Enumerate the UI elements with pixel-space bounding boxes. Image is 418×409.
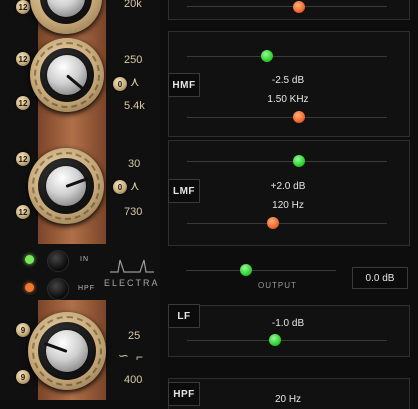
hmf-freq-bottom: 5.4k xyxy=(124,100,145,112)
output-slider-handle[interactable] xyxy=(240,264,252,276)
output-label: OUTPUT xyxy=(258,281,297,290)
hpf-switch-label: HPF xyxy=(78,285,95,292)
hf-freq-slider-handle[interactable] xyxy=(293,1,305,13)
lf-freq-bottom: 400 xyxy=(124,374,143,386)
lmf-freq-bottom: 730 xyxy=(124,206,143,218)
in-switch-label: IN xyxy=(80,256,89,263)
output-value-box[interactable]: 0.0 dB xyxy=(352,267,408,289)
shelf-curve-icon: ⌐ xyxy=(136,350,144,364)
hpf-band-tag: HPF xyxy=(168,382,200,406)
hmf-freq-top: 250 xyxy=(124,54,143,66)
hpf-led-indicator xyxy=(25,283,34,292)
in-led-indicator xyxy=(25,255,34,264)
hpf-switch[interactable] xyxy=(47,278,69,300)
output-slider-track xyxy=(186,270,336,271)
lmf-gain-value: +2.0 dB xyxy=(270,181,306,192)
lmf-freq-value: 120 Hz xyxy=(272,200,304,211)
hmf-band-tag: HMF xyxy=(168,73,200,97)
shelf-shape-icon: ∽ xyxy=(118,348,129,363)
hmf-center-zero: 0 xyxy=(113,77,127,91)
lf-band-tag: LF xyxy=(168,304,200,328)
lmf-band-panel xyxy=(168,140,410,246)
hf-band-panel xyxy=(168,0,410,20)
hmf-scale-bottom-left: 12 xyxy=(16,96,30,110)
lmf-scale-left: 12 xyxy=(16,152,30,166)
eq-hardware-strip: 12 20k 12 12 0 250 5.4k ⋏ 12 12 0 30 730… xyxy=(0,0,160,400)
hmf-gain-slider-handle[interactable] xyxy=(261,50,273,62)
lf-gain-knob[interactable] xyxy=(28,312,106,390)
bell-shape-icon: ⋏ xyxy=(130,74,140,89)
lmf-scale-bottom-left: 12 xyxy=(16,205,30,219)
lmf-gain-slider-handle[interactable] xyxy=(293,155,305,167)
brand-logo-text: ELECTRA xyxy=(104,278,160,288)
lmf-center-zero: 0 xyxy=(113,180,127,194)
lmf-freq-slider-handle[interactable] xyxy=(267,217,279,229)
hmf-scale-left: 12 xyxy=(16,52,30,66)
lf-gain-slider-handle[interactable] xyxy=(269,334,281,346)
hmf-gain-knob[interactable] xyxy=(30,38,104,112)
electra-logo-icon xyxy=(110,259,154,273)
hmf-freq-slider-handle[interactable] xyxy=(293,111,305,123)
lf-scale-left: 9 xyxy=(16,323,30,337)
bell-shape-icon: ⋏ xyxy=(130,178,140,193)
screw-label: 12 xyxy=(16,0,30,14)
lmf-gain-knob[interactable] xyxy=(28,148,104,224)
lf-gain-value: -1.0 dB xyxy=(271,318,305,329)
lf-freq-top: 25 xyxy=(128,330,141,342)
hf-freq-label: 20k xyxy=(124,0,142,10)
in-switch[interactable] xyxy=(47,250,69,272)
lf-band-panel xyxy=(168,305,410,357)
hmf-gain-value: -2.5 dB xyxy=(271,75,305,86)
lmf-freq-top: 30 xyxy=(128,158,141,170)
lmf-band-tag: LMF xyxy=(168,179,200,203)
hmf-freq-value: 1.50 KHz xyxy=(267,94,309,105)
lf-scale-bottom-left: 9 xyxy=(16,370,30,384)
